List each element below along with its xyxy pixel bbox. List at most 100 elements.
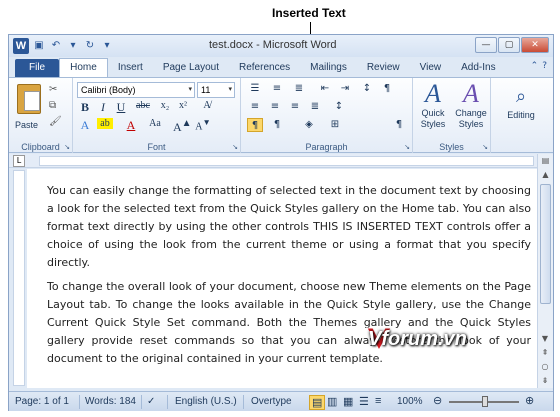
font-group: Calibri (Body) ▾ 11 ▾ B I U abc x₂ x² A̸ A… <box>73 78 241 153</box>
change-case-icon[interactable]: Aa <box>147 118 163 129</box>
tab-file[interactable]: File <box>15 59 60 77</box>
paste-icon[interactable] <box>17 84 41 114</box>
subscript-button[interactable]: x₂ <box>157 100 173 111</box>
font-color-icon[interactable]: A <box>123 118 139 133</box>
select-browse-object-icon[interactable]: ○ <box>538 360 552 374</box>
bold-button[interactable]: B <box>77 100 93 115</box>
quick-styles-button[interactable]: A Quick Styles <box>415 80 451 130</box>
tab-home[interactable]: Home <box>59 58 108 77</box>
page-count[interactable]: Page: 1 of 1 <box>15 396 69 407</box>
language-status[interactable]: English (U.S.) <box>175 396 237 407</box>
tab-add-ins[interactable]: Add-Ins <box>451 59 505 77</box>
minimize-button[interactable]: — <box>475 37 497 53</box>
tab-insert[interactable]: Insert <box>108 59 153 77</box>
line-spacing-icon[interactable]: ↕ <box>331 100 347 114</box>
word-logo-icon[interactable]: W <box>13 38 29 54</box>
dialog-launcher-icon[interactable]: ↘ <box>404 143 410 151</box>
word-window: W ▣ ↶ ▾ ↻ ▾ test.docx - Microsoft Word —… <box>8 34 554 411</box>
borders-icon[interactable]: ⊞ <box>327 118 343 132</box>
bullets-icon[interactable]: ☰ <box>247 82 263 96</box>
editing-button[interactable]: ⌕ Editing <box>499 82 543 121</box>
copy-icon[interactable]: ⧉ <box>49 100 56 111</box>
vertical-ruler[interactable] <box>13 170 25 386</box>
dialog-launcher-icon[interactable]: ↘ <box>482 143 488 151</box>
zoom-level[interactable]: 100% <box>397 396 423 407</box>
document-canvas[interactable]: You can easily change the formatting of … <box>27 169 537 388</box>
font-name-select[interactable]: Calibri (Body) ▾ <box>77 82 195 98</box>
ruler-toggle-icon[interactable]: ▤ <box>538 154 553 168</box>
align-right-icon[interactable]: ≡ <box>287 100 303 114</box>
font-size-select[interactable]: 11 ▾ <box>197 82 235 98</box>
italic-button[interactable]: I <box>95 100 111 115</box>
outline-view-icon[interactable]: ☰ <box>359 395 369 408</box>
change-styles-icon: A <box>463 79 479 108</box>
maximize-button[interactable]: ▢ <box>498 37 520 53</box>
proofing-icon[interactable]: ✓ <box>147 396 155 407</box>
overtype-status[interactable]: Overtype <box>251 396 292 407</box>
decrease-indent-icon[interactable]: ⇤ <box>317 82 333 96</box>
redo-icon[interactable]: ↻ <box>83 39 97 53</box>
dialog-launcher-icon[interactable]: ↘ <box>64 143 70 151</box>
minimize-ribbon-icon[interactable]: ⌃ <box>531 61 539 71</box>
zoom-out-icon[interactable]: ⊖ <box>433 394 442 407</box>
scroll-down-icon[interactable]: ▼ <box>538 332 552 346</box>
status-bar: Page: 1 of 1 Words: 184 ✓ English (U.S.)… <box>9 391 553 411</box>
print-layout-view-icon[interactable]: ▤ <box>309 395 326 410</box>
chevron-down-icon[interactable]: ▾ <box>66 39 80 53</box>
numbering-icon[interactable]: ≡ <box>269 82 285 96</box>
show-marks-icon[interactable]: ¶ <box>379 82 395 96</box>
shrink-font-icon[interactable]: A▼ <box>195 118 211 132</box>
text-effects-icon[interactable]: A <box>77 118 93 133</box>
scrollbar-thumb[interactable] <box>540 184 551 304</box>
increase-indent-icon[interactable]: ⇥ <box>337 82 353 96</box>
vertical-scrollbar[interactable]: ▤ ▲ ▼ ⇞ ○ ⇟ <box>537 154 553 388</box>
change-styles-button[interactable]: A Change Styles <box>453 80 489 130</box>
editing-label: Editing <box>507 110 535 120</box>
tab-view[interactable]: View <box>410 59 452 77</box>
tab-page-layout[interactable]: Page Layout <box>153 59 229 77</box>
align-left-icon[interactable]: ≡ <box>247 100 263 114</box>
format-painter-icon[interactable]: 🖌 <box>49 116 62 127</box>
scroll-up-icon[interactable]: ▲ <box>538 168 553 182</box>
tab-mailings[interactable]: Mailings <box>300 59 357 77</box>
underline-button[interactable]: U <box>113 100 129 115</box>
highlight-icon[interactable]: ab <box>97 118 113 129</box>
zoom-slider-thumb[interactable] <box>482 396 488 407</box>
rtl-direction-icon[interactable]: ¶ <box>269 118 285 132</box>
paragraph-mark-icon[interactable]: ¶ <box>391 118 407 132</box>
dialog-launcher-icon[interactable]: ↘ <box>232 143 238 151</box>
superscript-button[interactable]: x² <box>175 100 191 111</box>
multilevel-list-icon[interactable]: ≣ <box>291 82 307 96</box>
previous-page-icon[interactable]: ⇞ <box>538 346 552 360</box>
tab-references[interactable]: References <box>229 59 300 77</box>
paragraph-group-label: Paragraph <box>305 142 348 152</box>
horizontal-ruler[interactable] <box>39 156 534 166</box>
save-icon[interactable]: ▣ <box>32 39 46 53</box>
tab-selector-icon[interactable]: L <box>13 155 25 167</box>
draft-view-icon[interactable]: ≡ <box>375 395 381 407</box>
word-count[interactable]: Words: 184 <box>85 396 136 407</box>
document-paragraph[interactable]: To change the overall look of your docum… <box>27 278 537 368</box>
customize-toolbar-icon[interactable]: ▾ <box>100 39 114 53</box>
tab-review[interactable]: Review <box>357 59 410 77</box>
zoom-in-icon[interactable]: ⊕ <box>525 394 534 407</box>
web-layout-view-icon[interactable]: ▦ <box>343 395 353 408</box>
paste-button[interactable]: Paste <box>15 120 38 130</box>
cut-icon[interactable]: ✂ <box>49 84 57 95</box>
sort-icon[interactable]: ↕ <box>359 82 375 96</box>
watermark-text: Vforum.vn <box>368 328 467 350</box>
strikethrough-button[interactable]: abc <box>135 100 151 111</box>
close-button[interactable]: ✕ <box>521 37 549 53</box>
undo-icon[interactable]: ↶ <box>49 39 63 53</box>
align-center-icon[interactable]: ≡ <box>267 100 283 114</box>
ltr-direction-icon[interactable]: ¶ <box>247 118 263 132</box>
window-title: test.docx - Microsoft Word <box>209 39 337 51</box>
next-page-icon[interactable]: ⇟ <box>538 374 552 388</box>
document-paragraph[interactable]: You can easily change the formatting of … <box>27 182 537 272</box>
grow-font-icon[interactable]: A▲ <box>173 118 192 135</box>
help-icon[interactable]: ? <box>542 61 547 71</box>
clear-formatting-icon[interactable]: A̸ <box>199 100 215 111</box>
justify-icon[interactable]: ≣ <box>307 100 323 114</box>
full-screen-view-icon[interactable]: ▥ <box>327 395 337 408</box>
shading-icon[interactable]: ◈ <box>301 118 317 132</box>
